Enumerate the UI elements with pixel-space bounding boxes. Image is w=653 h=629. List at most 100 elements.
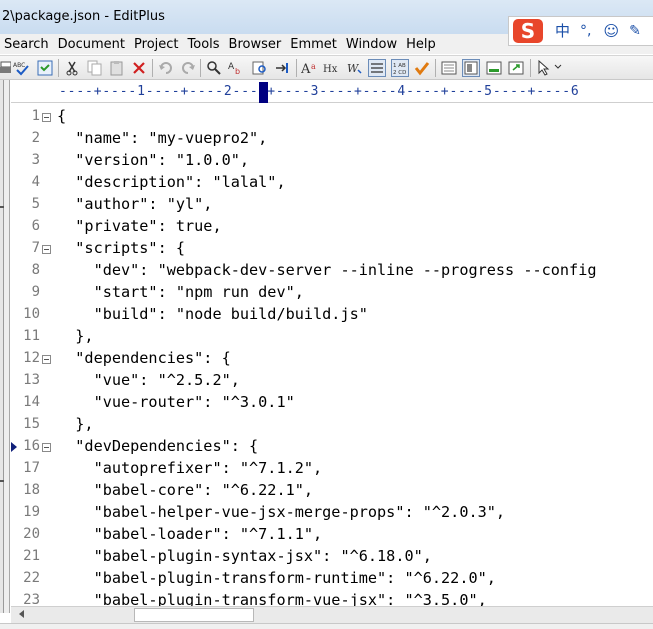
- maximize-window-icon[interactable]: [507, 59, 525, 77]
- current-line-marker-icon: [11, 442, 17, 452]
- directory-window-icon[interactable]: [440, 59, 458, 77]
- gutter-row[interactable]: 2: [11, 127, 55, 149]
- gutter-row[interactable]: 21: [11, 545, 55, 567]
- find-icon[interactable]: [205, 59, 223, 77]
- fold-collapse-icon[interactable]: [42, 245, 51, 254]
- line-number: 13: [23, 372, 40, 388]
- line-number: 5: [31, 196, 40, 212]
- code-line[interactable]: "version": "1.0.0",: [57, 149, 249, 171]
- menu-emmet[interactable]: Emmet: [286, 37, 342, 52]
- cut-icon[interactable]: [63, 59, 81, 77]
- code-line[interactable]: "dependencies": {: [57, 347, 230, 369]
- gutter-row[interactable]: 23: [11, 589, 55, 606]
- ime-emoji-icon[interactable]: ☺: [603, 19, 619, 43]
- fold-collapse-icon[interactable]: [42, 355, 51, 364]
- code-line[interactable]: "babel-loader": "^7.1.1",: [57, 523, 323, 545]
- svg-text:b: b: [235, 67, 240, 76]
- goto-line-icon[interactable]: [274, 59, 292, 77]
- gutter-row[interactable]: 15: [11, 413, 55, 435]
- pointer-icon[interactable]: [535, 59, 553, 77]
- menu-document[interactable]: Document: [54, 37, 130, 52]
- print-icon[interactable]: [0, 59, 14, 77]
- spell-check-icon[interactable]: ABC: [13, 59, 31, 77]
- fold-collapse-icon[interactable]: [42, 443, 51, 452]
- ime-punctuation-toggle[interactable]: °,: [580, 19, 591, 43]
- gutter-row[interactable]: 1: [11, 105, 55, 127]
- delete-icon[interactable]: [130, 59, 148, 77]
- replace-icon[interactable]: Ab: [228, 59, 246, 77]
- redo-icon[interactable]: [179, 59, 197, 77]
- code-line[interactable]: "description": "lalal",: [57, 171, 285, 193]
- ime-toolbar[interactable]: S 中 °, ☺ ✎: [508, 16, 653, 46]
- code-line[interactable]: "private": true,: [57, 215, 221, 237]
- code-line[interactable]: "vue-router": "^3.0.1": [57, 391, 295, 413]
- gutter-row[interactable]: 16: [11, 435, 55, 457]
- scroll-left-arrow-icon[interactable]: [19, 610, 24, 618]
- horizontal-scrollbar[interactable]: [11, 606, 653, 623]
- gutter-row[interactable]: 18: [11, 479, 55, 501]
- gutter-row[interactable]: 6: [11, 215, 55, 237]
- code-editor[interactable]: { "name": "my-vuepro2", "version": "1.0.…: [57, 104, 653, 606]
- code-line[interactable]: "start": "npm run dev",: [57, 281, 304, 303]
- gutter-row[interactable]: 4: [11, 171, 55, 193]
- code-line[interactable]: "babel-plugin-transform-vue-jsx": "^3.5.…: [57, 589, 487, 606]
- code-line[interactable]: },: [57, 325, 93, 347]
- browser-preview-icon[interactable]: [36, 59, 54, 77]
- code-line[interactable]: {: [57, 105, 66, 127]
- code-line[interactable]: "devDependencies": {: [57, 435, 258, 457]
- gutter-row[interactable]: 13: [11, 369, 55, 391]
- sogou-logo-icon[interactable]: S: [513, 19, 543, 43]
- code-line[interactable]: "author": "yl",: [57, 193, 212, 215]
- word-wrap-icon[interactable]: W: [345, 59, 363, 77]
- gutter-row[interactable]: 12: [11, 347, 55, 369]
- menu-tools[interactable]: Tools: [184, 37, 225, 52]
- gutter-row[interactable]: 19: [11, 501, 55, 523]
- paste-icon[interactable]: [108, 59, 126, 77]
- scrollbar-thumb[interactable]: [134, 608, 254, 622]
- line-number: 9: [31, 284, 40, 300]
- gutter-row[interactable]: 9: [11, 281, 55, 303]
- menu-help[interactable]: Help: [402, 37, 441, 52]
- code-line[interactable]: "babel-helper-vue-jsx-merge-props": "^2.…: [57, 501, 505, 523]
- ruler-toggle-icon[interactable]: 1 AB 2 CD: [391, 59, 409, 77]
- line-number: 7: [31, 240, 40, 256]
- left-panel-splitter[interactable]: [4, 80, 10, 613]
- gutter-row[interactable]: 11: [11, 325, 55, 347]
- menu-search[interactable]: Search: [0, 37, 54, 52]
- code-line[interactable]: "dev": "webpack-dev-server --inline --pr…: [57, 259, 597, 281]
- code-line[interactable]: "scripts": {: [57, 237, 185, 259]
- ime-chinese-mode[interactable]: 中: [555, 19, 570, 43]
- hex-viewer-icon[interactable]: Hx: [323, 59, 341, 77]
- code-line[interactable]: "babel-core": "^6.22.1",: [57, 479, 313, 501]
- ime-pen-icon[interactable]: ✎: [629, 19, 641, 43]
- code-line[interactable]: "vue": "^2.5.2",: [57, 369, 240, 391]
- check-mark-icon[interactable]: [413, 59, 431, 77]
- line-number-toggle-icon[interactable]: [368, 59, 386, 77]
- gutter-row[interactable]: 10: [11, 303, 55, 325]
- undo-icon[interactable]: [157, 59, 175, 77]
- code-line[interactable]: "build": "node build/build.js": [57, 303, 368, 325]
- gutter-row[interactable]: 8: [11, 259, 55, 281]
- gutter-row[interactable]: 20: [11, 523, 55, 545]
- toolbar-overflow-icon[interactable]: [554, 59, 562, 77]
- font-icon[interactable]: Aa: [301, 59, 319, 77]
- fold-collapse-icon[interactable]: [42, 113, 51, 122]
- code-line[interactable]: "autoprefixer": "^7.1.2",: [57, 457, 323, 479]
- gutter-row[interactable]: 14: [11, 391, 55, 413]
- gutter-row[interactable]: 7: [11, 237, 55, 259]
- gutter-row[interactable]: 5: [11, 193, 55, 215]
- code-line[interactable]: "babel-plugin-syntax-jsx": "^6.18.0",: [57, 545, 432, 567]
- code-line[interactable]: "babel-plugin-transform-runtime": "^6.22…: [57, 567, 496, 589]
- menu-browser[interactable]: Browser: [225, 37, 287, 52]
- code-line[interactable]: },: [57, 413, 93, 435]
- code-line[interactable]: "name": "my-vuepro2",: [57, 127, 267, 149]
- output-window-icon[interactable]: [485, 59, 503, 77]
- menu-window[interactable]: Window: [342, 37, 402, 52]
- gutter-row[interactable]: 22: [11, 567, 55, 589]
- menu-project[interactable]: Project: [130, 37, 183, 52]
- copy-icon[interactable]: [86, 59, 104, 77]
- cliptext-window-icon[interactable]: [462, 59, 480, 77]
- gutter-row[interactable]: 17: [11, 457, 55, 479]
- gutter-row[interactable]: 3: [11, 149, 55, 171]
- find-in-files-icon[interactable]: [251, 59, 269, 77]
